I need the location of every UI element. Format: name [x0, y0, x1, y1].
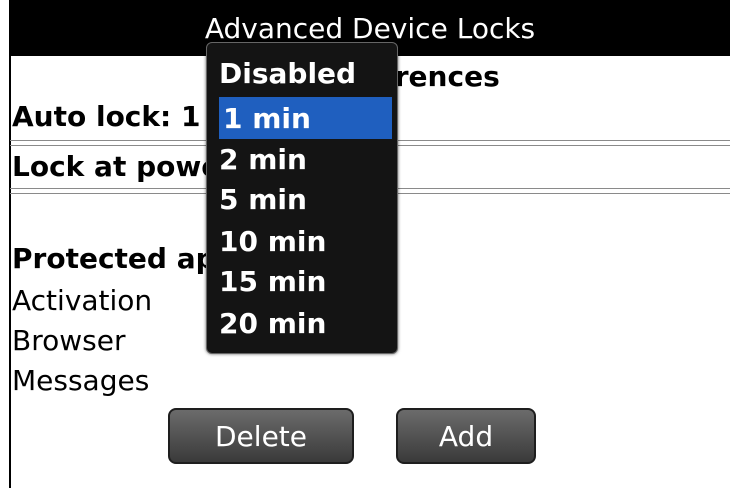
dropdown-option-15-min[interactable]: 15 min	[219, 265, 326, 298]
list-item[interactable]: Browser	[12, 324, 125, 357]
auto-lock-dropdown[interactable]: Disabled 1 min 2 min 5 min 10 min 15 min…	[206, 42, 398, 354]
selected-option-label: 1 min	[223, 101, 311, 135]
add-button[interactable]: Add	[396, 408, 536, 464]
dropdown-option-10-min[interactable]: 10 min	[219, 225, 326, 258]
left-border	[0, 0, 11, 488]
list-item[interactable]: Activation	[12, 284, 152, 317]
auto-lock-label: Auto lock:	[12, 100, 172, 133]
device-locks-screen: Advanced Device Locks Preferences Auto l…	[0, 0, 730, 488]
dropdown-option-5-min[interactable]: 5 min	[219, 183, 307, 216]
dropdown-option-2-min[interactable]: 2 min	[219, 143, 307, 176]
dropdown-option-disabled[interactable]: Disabled	[219, 57, 356, 90]
dropdown-option-20-min[interactable]: 20 min	[219, 307, 326, 340]
dropdown-option-1-min[interactable]: 1 min	[219, 97, 392, 139]
list-item[interactable]: Messages	[12, 364, 149, 397]
screen-title: Advanced Device Locks	[204, 11, 536, 45]
delete-button[interactable]: Delete	[168, 408, 354, 464]
